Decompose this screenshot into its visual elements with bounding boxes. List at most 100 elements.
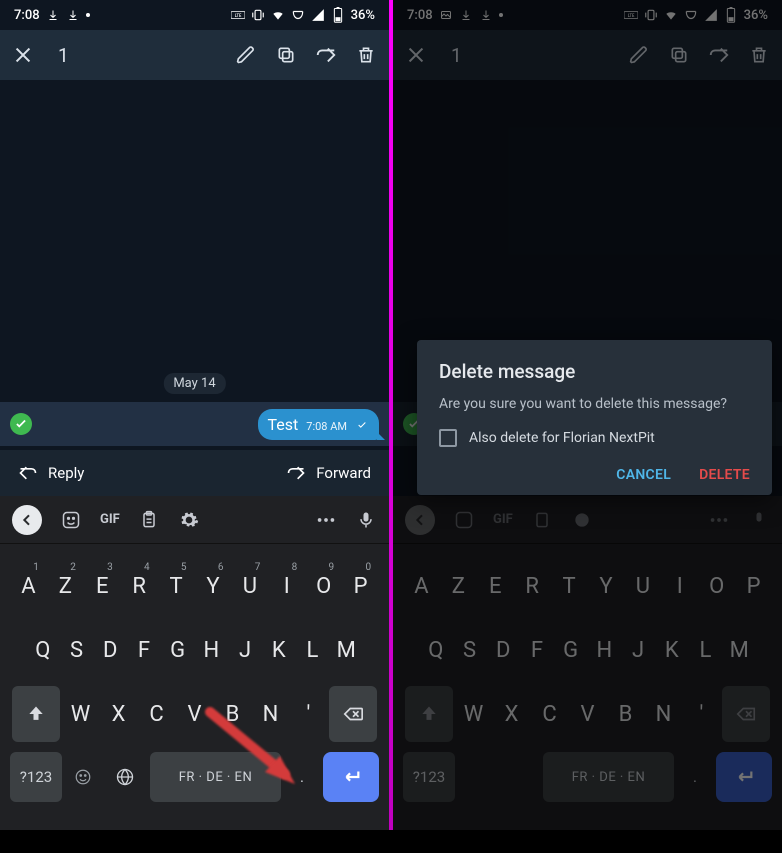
enter-key[interactable] [323, 752, 379, 802]
key[interactable]: F [129, 622, 159, 678]
key[interactable]: S [62, 622, 92, 678]
clipboard-icon[interactable] [138, 509, 160, 531]
key[interactable]: B [216, 686, 250, 742]
delete-button[interactable]: DELETE [699, 467, 750, 483]
gif-button[interactable]: GIF [100, 512, 120, 527]
sticker-icon[interactable] [453, 509, 475, 531]
key[interactable]: M [331, 622, 361, 678]
key[interactable]: V [178, 686, 212, 742]
key[interactable]: J [623, 622, 653, 678]
key[interactable]: I [663, 558, 696, 614]
key[interactable]: 4R [123, 558, 156, 614]
gear-icon[interactable] [178, 509, 200, 531]
delete-icon[interactable] [748, 44, 770, 66]
key[interactable]: C [140, 686, 174, 742]
keyboard-collapse-icon[interactable] [12, 505, 42, 535]
key[interactable]: J [230, 622, 260, 678]
key[interactable]: 3E [86, 558, 119, 614]
clipboard-icon[interactable] [531, 509, 553, 531]
key[interactable]: L [691, 622, 721, 678]
gif-button[interactable]: GIF [493, 512, 513, 527]
copy-icon[interactable] [275, 44, 297, 66]
key[interactable]: 6Y [197, 558, 230, 614]
enter-key[interactable] [716, 752, 772, 802]
edit-icon[interactable] [628, 44, 650, 66]
close-icon[interactable] [12, 44, 34, 66]
key[interactable]: H [197, 622, 227, 678]
key[interactable]: S [455, 622, 485, 678]
close-icon[interactable] [405, 44, 427, 66]
space-key[interactable]: FR · DE · EN [150, 752, 281, 802]
key[interactable]: G [556, 622, 586, 678]
backspace-key[interactable] [329, 686, 377, 742]
forward-icon[interactable] [708, 44, 730, 66]
key[interactable]: H [590, 622, 620, 678]
mic-icon[interactable] [355, 509, 377, 531]
key[interactable]: N [647, 686, 681, 742]
key[interactable]: N [254, 686, 288, 742]
key[interactable]: Q [28, 622, 58, 678]
key[interactable]: 9O [307, 558, 340, 614]
mic-icon[interactable] [748, 509, 770, 531]
key[interactable]: Z [442, 558, 475, 614]
key[interactable]: O [700, 558, 733, 614]
key[interactable]: 2Z [49, 558, 82, 614]
keyboard-collapse-icon[interactable] [405, 505, 435, 535]
emoji-key[interactable] [66, 752, 100, 802]
backspace-key[interactable] [722, 686, 770, 742]
key[interactable]: M [724, 622, 754, 678]
gear-icon[interactable] [571, 509, 593, 531]
key[interactable]: G [163, 622, 193, 678]
message-bubble[interactable]: Test 7:08 AM [258, 409, 379, 440]
shift-key[interactable] [12, 686, 60, 742]
symbols-key[interactable]: ?123 [10, 752, 62, 802]
key[interactable]: Q [421, 622, 451, 678]
key[interactable]: 8I [270, 558, 303, 614]
key[interactable]: C [533, 686, 567, 742]
emoji-key[interactable] [459, 752, 493, 802]
space-key[interactable]: FR · DE · EN [543, 752, 674, 802]
key[interactable]: 5T [160, 558, 193, 614]
key[interactable]: W [457, 686, 491, 742]
key[interactable]: A [405, 558, 438, 614]
selected-message-row[interactable]: Test 7:08 AM [0, 402, 389, 446]
language-key[interactable] [497, 752, 539, 802]
key[interactable]: 1A [12, 558, 45, 614]
key[interactable]: Y [590, 558, 623, 614]
sticker-icon[interactable] [60, 509, 82, 531]
key[interactable]: X [495, 686, 529, 742]
key[interactable]: ' [684, 686, 718, 742]
key[interactable]: F [522, 622, 552, 678]
reply-button[interactable]: Reply [18, 463, 84, 483]
key[interactable]: ' [291, 686, 325, 742]
more-icon[interactable] [315, 509, 337, 531]
key[interactable]: V [571, 686, 605, 742]
key[interactable]: U [626, 558, 659, 614]
forward-icon[interactable] [315, 44, 337, 66]
period-key[interactable]: . [285, 752, 319, 802]
key[interactable]: B [609, 686, 643, 742]
key[interactable]: T [553, 558, 586, 614]
symbols-key[interactable]: ?123 [403, 752, 455, 802]
key[interactable]: L [298, 622, 328, 678]
key[interactable]: X [102, 686, 136, 742]
cancel-button[interactable]: CANCEL [616, 467, 671, 483]
checkbox-icon[interactable] [439, 429, 457, 447]
copy-icon[interactable] [668, 44, 690, 66]
key[interactable]: R [516, 558, 549, 614]
key[interactable]: E [479, 558, 512, 614]
more-icon[interactable] [708, 509, 730, 531]
key[interactable]: D [95, 622, 125, 678]
period-key[interactable]: . [678, 752, 712, 802]
key[interactable]: P [737, 558, 770, 614]
language-key[interactable] [104, 752, 146, 802]
shift-key[interactable] [405, 686, 453, 742]
dialog-checkbox-row[interactable]: Also delete for Florian NextPit [439, 429, 750, 447]
edit-icon[interactable] [235, 44, 257, 66]
delete-icon[interactable] [355, 44, 377, 66]
forward-button[interactable]: Forward [286, 463, 371, 483]
key[interactable]: W [64, 686, 98, 742]
key[interactable]: K [264, 622, 294, 678]
key[interactable]: 7U [233, 558, 266, 614]
key[interactable]: D [488, 622, 518, 678]
